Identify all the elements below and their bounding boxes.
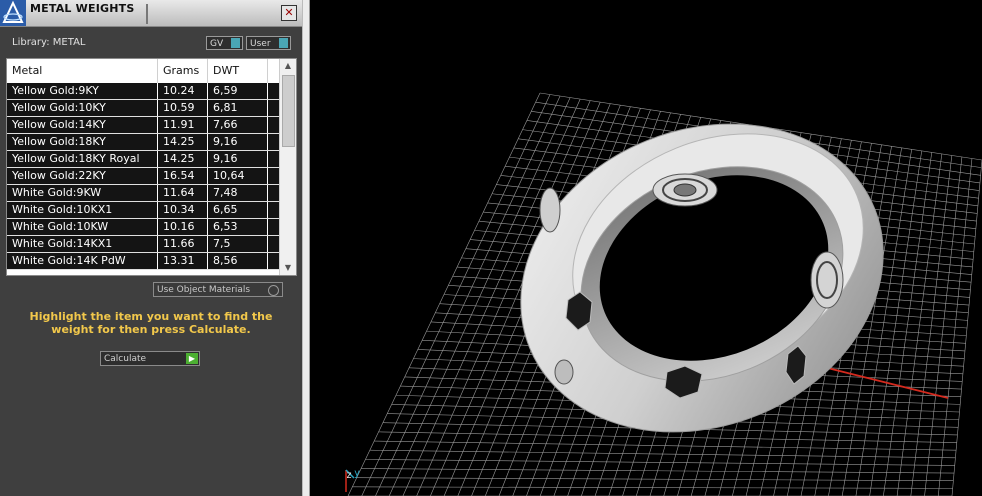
- grid-line: [356, 477, 954, 482]
- grid-line: [869, 150, 923, 496]
- table-scrollbar[interactable]: ▲ ▼: [279, 59, 296, 275]
- cell-metal: White Gold:9KW: [7, 185, 158, 201]
- cell-metal: Yellow Gold:14KY: [7, 117, 158, 133]
- axis-gizmo: z y: [345, 468, 360, 492]
- table-row[interactable]: Yellow Gold:14KY 11.91 7,66: [7, 117, 279, 134]
- stone-setting-icon: [539, 187, 561, 233]
- cell-metal: Yellow Gold:22KY: [7, 168, 158, 184]
- title-bar: METAL WEIGHTS ✕: [0, 0, 302, 27]
- cell-dwt: 6,59: [208, 83, 268, 99]
- cell-metal: Yellow Gold:9KY: [7, 83, 158, 99]
- cell-metal: Yellow Gold:18KY: [7, 134, 158, 150]
- calculate-button[interactable]: Calculate ▶: [100, 351, 200, 366]
- column-header-dwt[interactable]: DWT: [208, 59, 268, 83]
- table-row[interactable]: White Gold:10KW 10.16 6,53: [7, 219, 279, 236]
- grid-line: [910, 155, 953, 496]
- scroll-down-icon[interactable]: ▼: [280, 261, 296, 275]
- table-row[interactable]: White Gold:14K PdW 13.31 8,56: [7, 253, 279, 270]
- table-row[interactable]: Yellow Gold:10KY 10.59 6,81: [7, 100, 279, 117]
- grid-line: [361, 468, 955, 474]
- table-header: Metal Grams DWT: [7, 59, 279, 84]
- close-button[interactable]: ✕: [281, 5, 297, 21]
- cell-dwt: 6,65: [208, 202, 268, 218]
- window-title: METAL WEIGHTS: [30, 2, 135, 15]
- panel-divider[interactable]: [302, 0, 310, 496]
- gv-toggle[interactable]: GV: [206, 36, 243, 50]
- metal-weights-panel: METAL WEIGHTS ✕ Library: METAL GV User M…: [0, 0, 302, 496]
- toggle-indicator-icon: [279, 38, 288, 48]
- radio-icon: [268, 285, 279, 296]
- grid-line: [374, 440, 957, 451]
- grid-line: [896, 153, 943, 496]
- cell-grams: 14.25: [158, 134, 208, 150]
- cell-dwt: 7,48: [208, 185, 268, 201]
- cell-metal: White Gold:10KW: [7, 219, 158, 235]
- use-object-materials-label: Use Object Materials: [157, 285, 251, 295]
- cell-grams: 11.91: [158, 117, 208, 133]
- column-header-metal[interactable]: Metal: [7, 59, 158, 83]
- cell-metal: White Gold:10KX1: [7, 202, 158, 218]
- metal-table: Metal Grams DWT Yellow Gold:9KY 10.24 6,59…: [6, 58, 297, 276]
- axis-y-label: y: [354, 468, 360, 479]
- table-row[interactable]: White Gold:14KX1 11.66 7,5: [7, 236, 279, 253]
- table-row[interactable]: Yellow Gold:18KY 14.25 9,16: [7, 134, 279, 151]
- stone-setting-icon: [554, 359, 574, 385]
- cell-grams: 10.24: [158, 83, 208, 99]
- cell-grams: 10.59: [158, 100, 208, 116]
- calculate-label: Calculate: [104, 354, 147, 364]
- toggle-indicator-icon: [231, 38, 240, 48]
- library-label: Library: METAL: [12, 37, 86, 48]
- cell-grams: 11.64: [158, 185, 208, 201]
- ring-model[interactable]: [474, 71, 930, 485]
- app-logo-icon: [0, 0, 26, 26]
- play-arrow-icon: ▶: [186, 353, 198, 364]
- table-row[interactable]: White Gold:9KW 11.64 7,48: [7, 185, 279, 202]
- cell-grams: 16.54: [158, 168, 208, 184]
- scroll-thumb[interactable]: [282, 75, 295, 147]
- stone-setting-icon: [810, 251, 844, 309]
- table-body: Yellow Gold:9KY 10.24 6,59 Yellow Gold:10KY…: [7, 83, 279, 270]
- axis-z-label: z: [346, 470, 352, 481]
- cell-metal: White Gold:14KX1: [7, 236, 158, 252]
- table-row[interactable]: Yellow Gold:9KY 10.24 6,59: [7, 83, 279, 100]
- grid-line: [369, 449, 956, 459]
- grid-line: [378, 431, 957, 443]
- table-row[interactable]: Yellow Gold:18KY Royal 14.25 9,16: [7, 151, 279, 168]
- stone-setting-icon: [652, 173, 718, 207]
- cell-dwt: 8,56: [208, 253, 268, 269]
- cell-dwt: 6,53: [208, 219, 268, 235]
- gv-toggle-label: GV: [210, 39, 224, 49]
- cell-metal: White Gold:14K PdW: [7, 253, 158, 269]
- table-row[interactable]: Yellow Gold:22KY 16.54 10,64: [7, 168, 279, 185]
- cell-grams: 13.31: [158, 253, 208, 269]
- scroll-up-icon[interactable]: ▲: [280, 59, 296, 73]
- grid-line: [365, 459, 955, 466]
- viewport-canvas[interactable]: z y: [310, 0, 982, 496]
- user-toggle[interactable]: User: [246, 36, 291, 50]
- cell-metal: Yellow Gold:18KY Royal: [7, 151, 158, 167]
- title-separator: [146, 4, 148, 24]
- table-row[interactable]: White Gold:10KX1 10.34 6,65: [7, 202, 279, 219]
- column-header-grams[interactable]: Grams: [158, 59, 208, 83]
- user-toggle-label: User: [250, 39, 271, 49]
- 3d-viewport[interactable]: z y: [310, 0, 982, 496]
- cell-grams: 10.34: [158, 202, 208, 218]
- cell-dwt: 10,64: [208, 168, 268, 184]
- cell-metal: Yellow Gold:10KY: [7, 100, 158, 116]
- grid-line: [883, 152, 933, 496]
- cell-dwt: 7,66: [208, 117, 268, 133]
- cell-grams: 11.66: [158, 236, 208, 252]
- cell-grams: 10.16: [158, 219, 208, 235]
- cell-dwt: 9,16: [208, 134, 268, 150]
- instruction-text: Highlight the item you want to find the …: [29, 310, 273, 336]
- cell-dwt: 9,16: [208, 151, 268, 167]
- use-object-materials-toggle[interactable]: Use Object Materials: [153, 282, 283, 297]
- cell-grams: 14.25: [158, 151, 208, 167]
- cell-dwt: 7,5: [208, 236, 268, 252]
- cell-dwt: 6,81: [208, 100, 268, 116]
